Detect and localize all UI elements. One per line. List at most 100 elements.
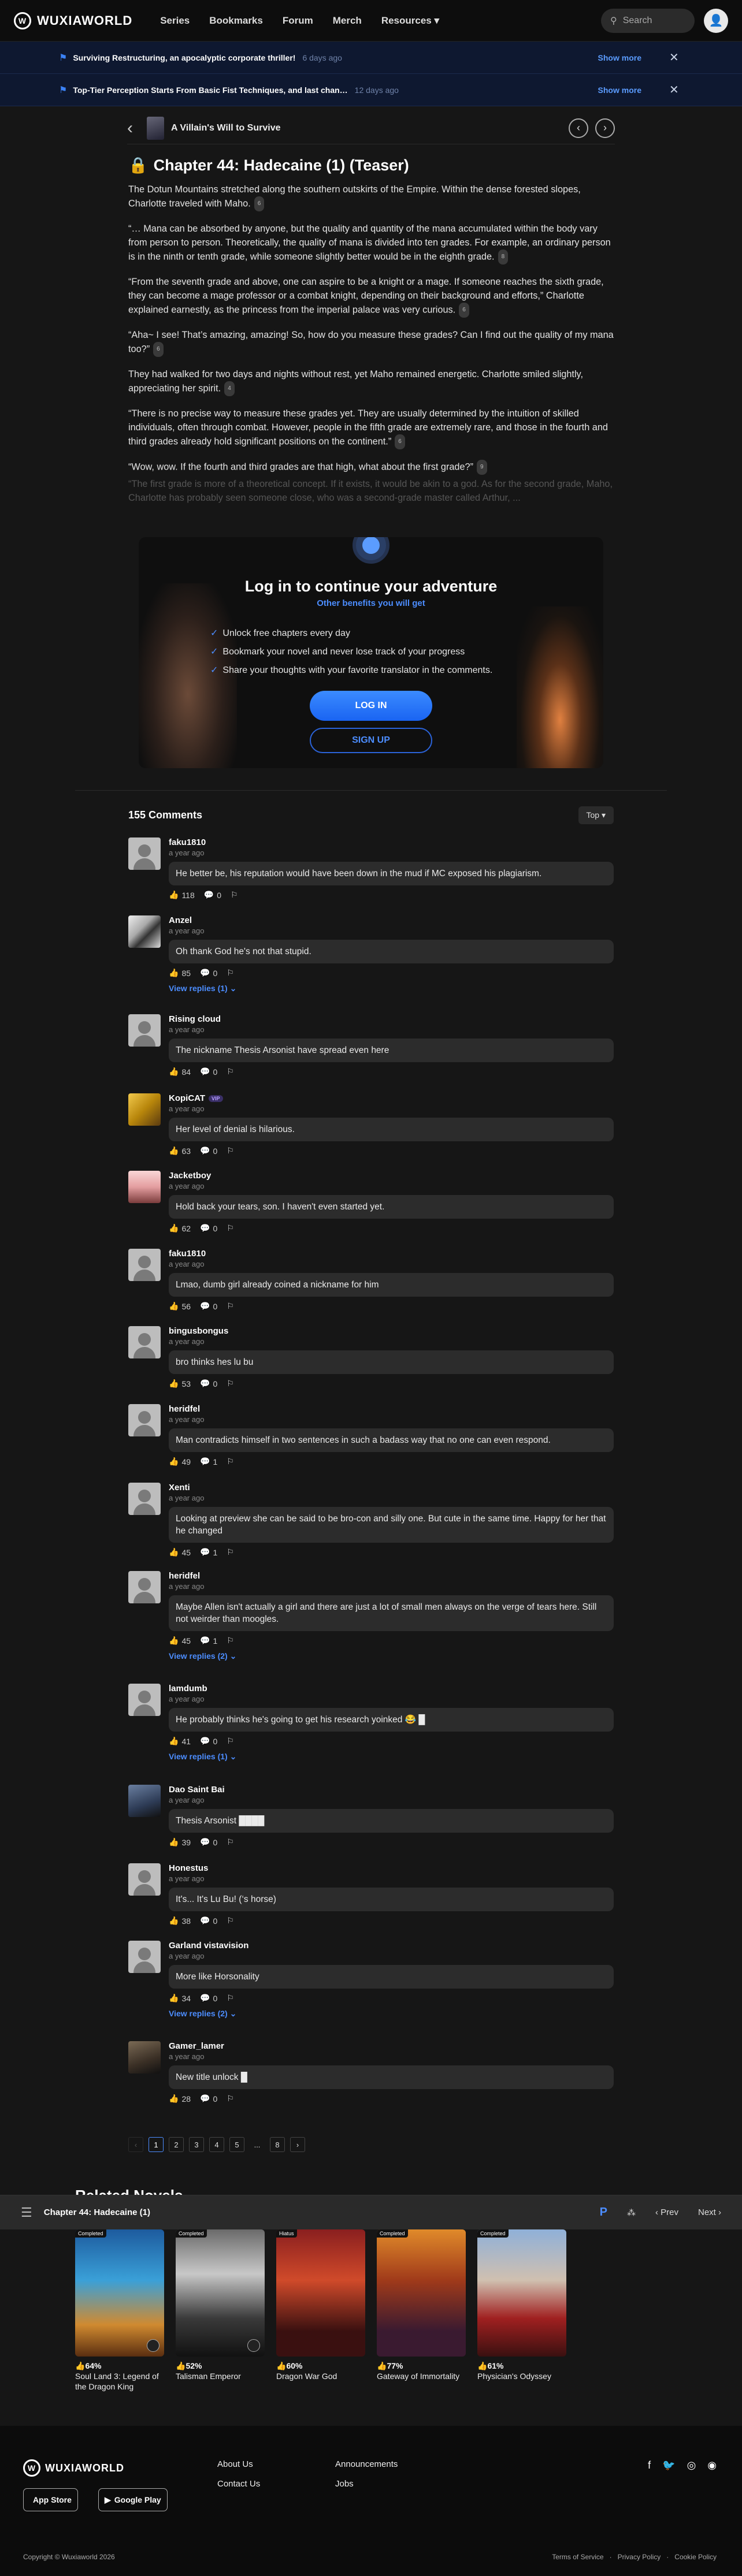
avatar[interactable] bbox=[128, 2041, 161, 2074]
page-4-button[interactable]: 4 bbox=[209, 2137, 224, 2152]
nav-link-merch[interactable]: Merch bbox=[333, 15, 362, 27]
reply-button[interactable]: 💬 0 bbox=[204, 890, 221, 900]
flag-button[interactable]: ⚐ bbox=[227, 1301, 234, 1311]
comment-username[interactable]: faku1810 bbox=[169, 837, 614, 847]
comment-username[interactable]: Garland vistavision bbox=[169, 1941, 614, 1950]
like-button[interactable]: 👍 56 bbox=[169, 1301, 191, 1311]
avatar[interactable] bbox=[128, 1941, 161, 1973]
announcements-link[interactable]: Announcements bbox=[335, 2455, 398, 2474]
other-benefits-link[interactable]: Other benefits you will get bbox=[139, 598, 603, 608]
novel-title-link[interactable]: A Villain's Will to Survive bbox=[171, 123, 281, 133]
jobs-link[interactable]: Jobs bbox=[335, 2474, 398, 2494]
reply-button[interactable]: 💬 0 bbox=[200, 2094, 217, 2104]
paragraph-comment-count[interactable]: 8 bbox=[498, 250, 509, 265]
reply-button[interactable]: 💬 0 bbox=[200, 1067, 217, 1077]
nav-link-series[interactable]: Series bbox=[160, 15, 190, 27]
flag-button[interactable]: ⚐ bbox=[227, 1379, 234, 1388]
back-arrow-icon[interactable]: ‹ bbox=[127, 118, 143, 138]
avatar[interactable] bbox=[128, 837, 161, 870]
avatar[interactable] bbox=[128, 1571, 161, 1603]
reply-button[interactable]: 💬 1 bbox=[200, 1547, 217, 1557]
flag-button[interactable]: ⚐ bbox=[227, 1457, 234, 1466]
related-novel-card[interactable]: Completed 👍77% Gateway of Immortality bbox=[377, 2229, 466, 2392]
avatar[interactable] bbox=[128, 1326, 161, 1358]
avatar[interactable] bbox=[128, 1093, 161, 1126]
show-more-button[interactable]: Show more bbox=[598, 85, 641, 95]
avatar[interactable] bbox=[128, 1785, 161, 1817]
avatar[interactable] bbox=[128, 1014, 161, 1047]
related-novel-card[interactable]: Completed 👍52% Talisman Emperor bbox=[176, 2229, 265, 2392]
comment-username[interactable]: heridfel bbox=[169, 1404, 614, 1414]
like-button[interactable]: 👍 118 bbox=[169, 890, 195, 900]
reply-button[interactable]: 💬 0 bbox=[200, 968, 217, 978]
flag-button[interactable]: ⚐ bbox=[227, 1916, 234, 1926]
page-3-button[interactable]: 3 bbox=[189, 2137, 204, 2152]
novel-name[interactable]: Physician's Odyssey bbox=[477, 2371, 566, 2381]
contact-us-link[interactable]: Contact Us bbox=[217, 2474, 260, 2494]
like-button[interactable]: 👍 28 bbox=[169, 2094, 191, 2104]
paragraph-comment-count[interactable]: 6 bbox=[153, 342, 164, 357]
next-chapter-button[interactable]: › bbox=[595, 118, 615, 138]
novel-name[interactable]: Gateway of Immortality bbox=[377, 2371, 466, 2381]
reply-button[interactable]: 💬 0 bbox=[200, 1993, 217, 2003]
related-novel-card[interactable]: Hiatus 👍60% Dragon War God bbox=[276, 2229, 365, 2392]
flag-button[interactable]: ⚐ bbox=[227, 1837, 234, 1847]
comment-username[interactable]: bingusbongus bbox=[169, 1326, 614, 1336]
terms-link[interactable]: Terms of Service bbox=[552, 2553, 603, 2561]
close-icon[interactable]: ✕ bbox=[669, 50, 683, 65]
reply-button[interactable]: 💬 0 bbox=[200, 1736, 217, 1746]
sort-dropdown[interactable]: Top ▾ bbox=[578, 806, 614, 824]
paragraph-comment-count[interactable]: 4 bbox=[224, 381, 235, 396]
comment-username[interactable]: Gamer_lamer bbox=[169, 2041, 614, 2051]
novel-cover-thumb[interactable] bbox=[147, 116, 164, 140]
nav-link-forum[interactable]: Forum bbox=[283, 15, 313, 27]
like-button[interactable]: 👍 41 bbox=[169, 1736, 191, 1746]
avatar[interactable] bbox=[128, 1863, 161, 1896]
facebook-icon[interactable]: f bbox=[648, 2459, 651, 2471]
avatar[interactable] bbox=[128, 1171, 161, 1203]
announcement-title[interactable]: Top-Tier Perception Starts From Basic Fi… bbox=[73, 85, 347, 95]
novel-name[interactable]: Talisman Emperor bbox=[176, 2371, 265, 2381]
comment-username[interactable]: Xenti bbox=[169, 1483, 614, 1492]
reply-button[interactable]: 💬 0 bbox=[200, 1916, 217, 1926]
reply-button[interactable]: 💬 0 bbox=[200, 1379, 217, 1388]
bookmark-icon[interactable] bbox=[247, 2339, 260, 2352]
like-button[interactable]: 👍 39 bbox=[169, 1837, 191, 1847]
font-settings-icon[interactable]: P bbox=[600, 2206, 607, 2219]
comment-username[interactable]: Rising cloud bbox=[169, 1014, 614, 1024]
novel-cover[interactable]: Hiatus bbox=[276, 2229, 365, 2357]
like-button[interactable]: 👍 85 bbox=[169, 968, 191, 978]
like-button[interactable]: 👍 53 bbox=[169, 1379, 191, 1388]
comment-username[interactable]: Anzel bbox=[169, 915, 614, 925]
comment-username[interactable]: Dao Saint Bai bbox=[169, 1785, 614, 1795]
novel-cover[interactable]: Completed bbox=[176, 2229, 265, 2357]
flag-button[interactable]: ⚐ bbox=[227, 2094, 234, 2104]
novel-name[interactable]: Dragon War God bbox=[276, 2371, 365, 2381]
like-button[interactable]: 👍 49 bbox=[169, 1457, 191, 1466]
comment-username[interactable]: heridfel bbox=[169, 1571, 614, 1581]
avatar[interactable] bbox=[128, 1684, 161, 1716]
page-1-button[interactable]: 1 bbox=[149, 2137, 164, 2152]
comment-username[interactable]: KopiCAT VIP bbox=[169, 1093, 614, 1103]
nav-link-bookmarks[interactable]: Bookmarks bbox=[209, 15, 263, 27]
comment-username[interactable]: Jacketboy bbox=[169, 1171, 614, 1181]
related-novel-card[interactable]: Completed 👍61% Physician's Odyssey bbox=[477, 2229, 566, 2392]
paragraph-comment-count[interactable]: 6 bbox=[459, 303, 469, 318]
search-input[interactable]: ⚲ Search bbox=[601, 8, 695, 33]
flag-button[interactable]: ⚐ bbox=[227, 1067, 234, 1077]
flag-button[interactable]: ⚐ bbox=[227, 1146, 234, 1156]
flag-button[interactable]: ⚐ bbox=[227, 1636, 234, 1646]
comment-username[interactable]: Honestus bbox=[169, 1863, 614, 1873]
avatar[interactable] bbox=[128, 1483, 161, 1515]
like-button[interactable]: 👍 34 bbox=[169, 1993, 191, 2003]
paragraph-comment-count[interactable]: 6 bbox=[395, 434, 405, 449]
flag-button[interactable]: ⚐ bbox=[227, 1547, 234, 1557]
login-button[interactable]: LOG IN bbox=[310, 691, 432, 721]
twitter-icon[interactable]: 🐦 bbox=[662, 2459, 675, 2471]
novel-cover[interactable]: Completed bbox=[377, 2229, 466, 2357]
like-button[interactable]: 👍 38 bbox=[169, 1916, 191, 1926]
nav-link-resources[interactable]: Resources ▾ bbox=[381, 15, 439, 27]
view-replies-link[interactable]: View replies (1) ⌄ bbox=[169, 1752, 614, 1762]
show-more-button[interactable]: Show more bbox=[598, 53, 641, 62]
view-replies-link[interactable]: View replies (1) ⌄ bbox=[169, 984, 614, 993]
